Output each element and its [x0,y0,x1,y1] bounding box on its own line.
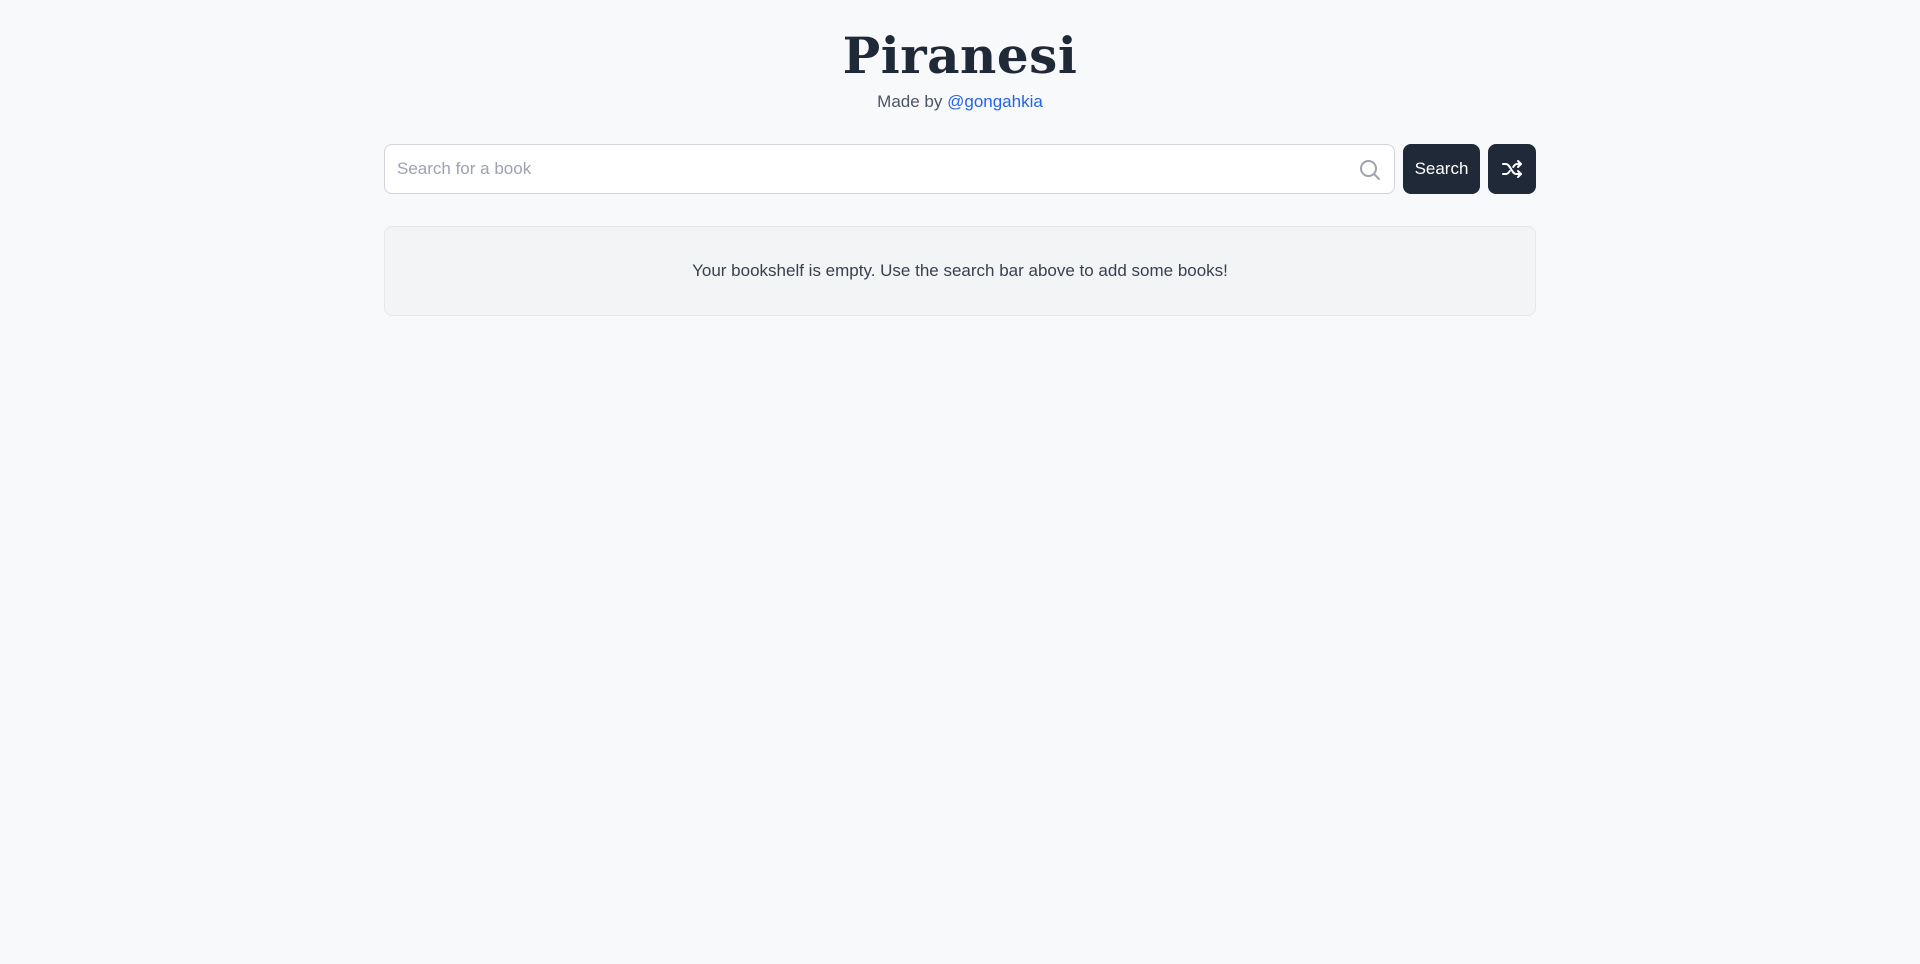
header: Piranesi Made by @gongahkia [0,24,1920,114]
search-icon [1358,158,1382,182]
bookshelf-empty-state: Your bookshelf is empty. Use the search … [384,226,1536,316]
shuffle-icon [1500,157,1524,181]
byline-prefix: Made by [877,92,943,111]
shuffle-button[interactable] [1488,144,1536,194]
search-field-container [384,144,1395,194]
search-input[interactable] [385,145,1394,193]
author-link[interactable]: @gongahkia [947,92,1043,111]
page-title: Piranesi [842,26,1078,85]
empty-bookshelf-message: Your bookshelf is empty. Use the search … [692,261,1228,280]
app-page: Piranesi Made by @gongahkia Search for a… [0,0,1920,964]
search-bar: Search [384,144,1536,194]
byline: Made by @gongahkia [0,90,1920,114]
search-button[interactable]: Search [1403,144,1480,194]
